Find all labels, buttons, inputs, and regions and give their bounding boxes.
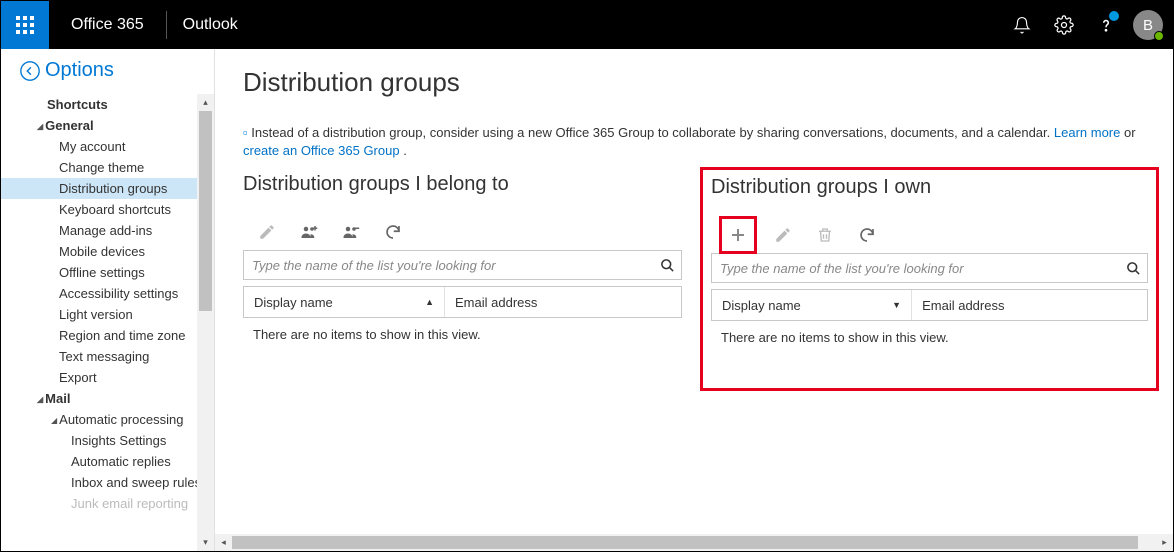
own-delete-button[interactable] (809, 219, 841, 251)
own-toolbar (711, 217, 1148, 253)
nav-offline-settings[interactable]: Offline settings (1, 262, 198, 283)
belong-col-display-name[interactable]: Display name ▲ (244, 287, 445, 317)
nav-mobile-devices[interactable]: Mobile devices (1, 241, 198, 262)
group-leave-icon (342, 223, 360, 241)
own-search-button[interactable] (1119, 261, 1147, 276)
nav-distribution-groups[interactable]: Distribution groups (1, 178, 198, 199)
waffle-icon (16, 16, 34, 34)
own-col-email[interactable]: Email address (912, 290, 1147, 320)
trash-icon (816, 226, 834, 244)
nav-text-messaging[interactable]: Text messaging (1, 346, 198, 367)
nav-change-theme[interactable]: Change theme (1, 157, 198, 178)
scroll-up-arrow[interactable]: ▴ (197, 94, 214, 111)
edit-button[interactable] (251, 216, 283, 248)
options-title: Options (45, 59, 114, 82)
panel-belong-title: Distribution groups I belong to (243, 173, 682, 196)
nav-automatic-processing[interactable]: Automatic processing (1, 409, 198, 430)
info-text: Instead of a distribution group, conside… (251, 125, 1054, 140)
annotation-highlight-new-button (719, 216, 757, 254)
nav-mail[interactable]: Mail (1, 388, 198, 409)
scroll-down-arrow[interactable]: ▾ (197, 534, 214, 551)
search-icon (660, 258, 675, 273)
scroll-thumb[interactable] (199, 111, 212, 311)
pencil-icon (774, 226, 792, 244)
refresh-icon (384, 223, 402, 241)
options-sidebar: Options Shortcuts General My account Cha… (1, 49, 215, 551)
nav-region-timezone[interactable]: Region and time zone (1, 325, 198, 346)
nav-scroll-area: Shortcuts General My account Change them… (1, 94, 214, 551)
belong-search-button[interactable] (653, 258, 681, 273)
brand-label[interactable]: Office 365 (49, 16, 166, 34)
settings-button[interactable] (1043, 1, 1085, 49)
nav-light-version[interactable]: Light version (1, 304, 198, 325)
panel-own: Distribution groups I own (710, 173, 1149, 391)
sort-dropdown-icon: ▼ (892, 300, 901, 310)
create-group-link[interactable]: create an Office 365 Group (243, 143, 400, 158)
nav-general[interactable]: General (1, 115, 198, 136)
avatar-initial: B (1143, 17, 1153, 34)
info-or: or (1120, 125, 1135, 140)
info-period: . (400, 143, 407, 158)
panel-own-title: Distribution groups I own (711, 176, 1148, 199)
user-avatar[interactable]: B (1133, 10, 1163, 40)
bell-icon (1013, 16, 1031, 34)
scroll-right-arrow[interactable]: ▸ (1156, 534, 1173, 551)
presence-indicator (1154, 31, 1164, 41)
nav-junk-email-reporting[interactable]: Junk email reporting (1, 493, 198, 514)
back-arrow-icon (19, 60, 41, 82)
belong-empty-message: There are no items to show in this view. (243, 318, 682, 351)
nav-manage-addins[interactable]: Manage add-ins (1, 220, 198, 241)
scroll-left-arrow[interactable]: ◂ (215, 534, 232, 551)
belong-table-header: Display name ▲ Email address (243, 286, 682, 318)
own-table-header: Display name ▼ Email address (711, 289, 1148, 321)
h-scroll-thumb[interactable] (232, 536, 1138, 549)
app-launcher-button[interactable] (1, 1, 49, 49)
nav-keyboard-shortcuts[interactable]: Keyboard shortcuts (1, 199, 198, 220)
help-button[interactable] (1085, 1, 1127, 49)
nav-automatic-replies[interactable]: Automatic replies (1, 451, 198, 472)
bullet-icon: ▫ (243, 125, 248, 140)
help-notification-dot (1109, 11, 1119, 21)
new-group-button[interactable] (722, 219, 754, 251)
own-search (711, 253, 1148, 283)
refresh-button[interactable] (377, 216, 409, 248)
belong-col-email[interactable]: Email address (445, 287, 681, 317)
group-join-icon (300, 223, 318, 241)
office-topbar: Office 365 Outlook B (1, 1, 1173, 49)
join-group-button[interactable] (293, 216, 325, 248)
info-note: ▫ Instead of a distribution group, consi… (243, 124, 1149, 159)
plus-icon (729, 226, 747, 244)
annotation-highlight-panel: Distribution groups I own (700, 167, 1159, 391)
options-back-button[interactable]: Options (1, 49, 214, 94)
nav-inbox-sweep-rules[interactable]: Inbox and sweep rules (1, 472, 198, 493)
app-name-label[interactable]: Outlook (167, 16, 254, 34)
nav-accessibility-settings[interactable]: Accessibility settings (1, 283, 198, 304)
nav-my-account[interactable]: My account (1, 136, 198, 157)
belong-toolbar (243, 214, 682, 250)
gear-icon (1054, 15, 1074, 35)
sort-asc-icon: ▲ (425, 297, 434, 307)
panel-belong-to: Distribution groups I belong to (243, 173, 682, 391)
own-col-display-name[interactable]: Display name ▼ (712, 290, 912, 320)
page-title: Distribution groups (243, 67, 1149, 98)
own-refresh-button[interactable] (851, 219, 883, 251)
nav-export[interactable]: Export (1, 367, 198, 388)
leave-group-button[interactable] (335, 216, 367, 248)
notifications-button[interactable] (1001, 1, 1043, 49)
main-content: Distribution groups ▫ Instead of a distr… (215, 49, 1173, 551)
learn-more-link[interactable]: Learn more (1054, 125, 1120, 140)
search-icon (1126, 261, 1141, 276)
own-edit-button[interactable] (767, 219, 799, 251)
refresh-icon (858, 226, 876, 244)
pencil-icon (258, 223, 276, 241)
sidebar-scrollbar[interactable]: ▴ ▾ (197, 94, 214, 551)
nav-shortcuts[interactable]: Shortcuts (1, 94, 198, 115)
belong-search-input[interactable] (244, 258, 653, 273)
own-search-input[interactable] (712, 261, 1119, 276)
own-empty-message: There are no items to show in this view. (711, 321, 1148, 354)
main-horizontal-scrollbar[interactable]: ◂ ▸ (215, 534, 1173, 551)
nav-insights-settings[interactable]: Insights Settings (1, 430, 198, 451)
belong-search (243, 250, 682, 280)
